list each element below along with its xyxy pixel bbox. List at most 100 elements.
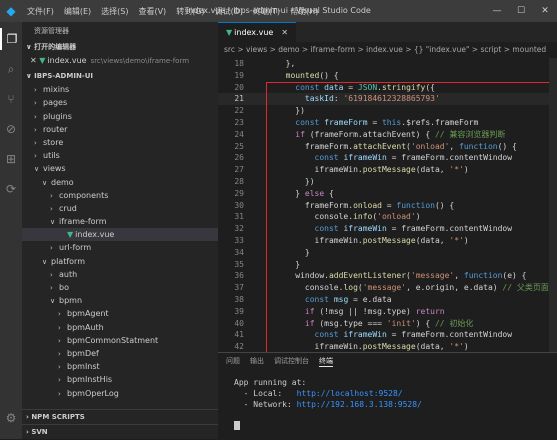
tree-folder-item[interactable]: ∨ bpmn	[22, 294, 218, 307]
tree-folder-item[interactable]: › bpmCommonStatment	[22, 334, 218, 347]
tab-bar: ▼ index.vue ✕	[218, 22, 557, 42]
code-token: iframeWin	[343, 330, 387, 340]
code-token: })	[276, 106, 305, 116]
tree-folder-item[interactable]: ∨ iframe-form	[22, 215, 218, 228]
tree-folder-item[interactable]: › crud	[22, 202, 218, 215]
search-icon[interactable]: ⌕	[0, 58, 22, 80]
code-token: console.	[276, 283, 344, 293]
close-window-icon[interactable]: ✕	[533, 0, 557, 22]
vscode-logo-icon: ◆	[6, 4, 16, 18]
close-icon[interactable]: ✕	[281, 28, 288, 37]
tree-folder-item[interactable]: ∨ demo	[22, 176, 218, 189]
breadcrumb[interactable]: src > views > demo > iframe-form > index…	[218, 42, 557, 58]
tree-folder-item[interactable]: ∨ views	[22, 162, 218, 175]
editor-scrollbar[interactable]	[549, 58, 557, 368]
menu-item[interactable]: 终端(T)	[248, 6, 285, 17]
tree-file-item[interactable]: ▼ index.vue	[22, 228, 218, 242]
code-token: addEventListener	[328, 271, 407, 281]
tree-item-label: pages	[43, 98, 68, 108]
menu-item[interactable]: 文件(F)	[22, 6, 59, 17]
tab-index-vue[interactable]: ▼ index.vue ✕	[218, 22, 297, 42]
code-token: mounted	[276, 70, 320, 80]
code-token: JSON	[357, 82, 378, 92]
tree-folder-item[interactable]: › bpmDef	[22, 347, 218, 360]
panel-tab[interactable]: 终端	[319, 356, 333, 367]
tree-item-label: index.vue	[75, 230, 115, 240]
open-editors-header[interactable]: ∨ 打开的编辑器	[22, 40, 218, 54]
code-token: '619184612328865793'	[343, 94, 440, 104]
minimize-icon[interactable]: —	[485, 0, 509, 22]
close-icon[interactable]: ✕	[30, 56, 39, 65]
code-token: = e.data	[348, 294, 392, 304]
code-token: // 初始化	[434, 318, 474, 328]
tree-folder-item[interactable]: › utils	[22, 149, 218, 162]
code-line: 20 const data = JSON.stringify({	[218, 82, 557, 94]
settings-gear-icon[interactable]: ⚙	[0, 407, 22, 429]
code-token: () {	[319, 70, 339, 80]
tree-folder-item[interactable]: › pages	[22, 96, 218, 109]
line-number: 34	[234, 247, 244, 257]
explorer-icon[interactable]: ❐	[0, 28, 22, 50]
tree-item-label: bpmInstHis	[67, 375, 113, 385]
tree-item-label: bpmn	[59, 296, 83, 306]
local-url-link[interactable]: http://localhost:9528/	[297, 389, 403, 398]
menu-item[interactable]: 调试(D)	[210, 6, 248, 17]
tree-item-label: iframe-form	[59, 217, 107, 227]
extensions-icon[interactable]: ⊞	[0, 148, 22, 170]
tree-folder-item[interactable]: › auth	[22, 268, 218, 281]
maximize-icon[interactable]: ☐	[509, 0, 533, 22]
terminal-output[interactable]: App running at: - Local: http://localhos…	[218, 369, 557, 432]
tree-folder-item[interactable]: ∨ platform	[22, 255, 218, 268]
debug-icon[interactable]: ⊘	[0, 118, 22, 140]
tree-folder-item[interactable]: › bpmOperLog	[22, 387, 218, 400]
chevron-right-icon: ›	[58, 389, 61, 398]
npm-scripts-header[interactable]: › NPM SCRIPTS	[22, 409, 218, 424]
project-header[interactable]: ∨ IBPS-ADMIN-UI	[22, 69, 218, 83]
line-number: 28	[234, 176, 244, 186]
panel-tab[interactable]: 调试控制台	[274, 356, 309, 366]
code-token: onload	[353, 200, 382, 210]
panel-tab[interactable]: 问题	[226, 356, 240, 366]
code-token: iframeWin.	[276, 342, 363, 352]
tree-folder-item[interactable]: › url-form	[22, 241, 218, 254]
vue-file-icon: ▼	[67, 230, 74, 240]
menu-item[interactable]: 选择(S)	[96, 6, 133, 17]
tree-folder-item[interactable]: › bpmAuth	[22, 321, 218, 334]
tree-folder-item[interactable]: › router	[22, 123, 218, 136]
code-line: 19 mounted() {	[218, 70, 557, 82]
open-editor-item[interactable]: ✕ ▼ index.vue src\views\demo\iframe-form	[22, 54, 218, 67]
code-token: (msg.type ===	[314, 318, 387, 328]
tree-item-label: crud	[59, 203, 77, 213]
tree-folder-item[interactable]: › plugins	[22, 110, 218, 123]
menu-item[interactable]: 查看(V)	[133, 6, 171, 17]
menu-item[interactable]: 编辑(E)	[59, 6, 96, 17]
terminal-line-network: - Network: http://192.168.3.138:9528/	[234, 399, 557, 410]
panel-tab[interactable]: 输出	[250, 356, 264, 366]
code-token: function	[396, 200, 435, 210]
code-token: if	[295, 129, 305, 139]
svn-icon[interactable]: ⟳	[0, 178, 22, 200]
code-line: 32 const iframeWin = frameForm.contentWi…	[218, 223, 557, 235]
tree-folder-item[interactable]: › store	[22, 136, 218, 149]
svn-header[interactable]: › SVN	[22, 424, 218, 439]
code-token: }	[276, 247, 310, 257]
activity-bar: ❐ ⌕ ⑂ ⊘ ⊞ ⟳ ⚙	[0, 22, 22, 439]
tree-folder-item[interactable]: › mixins	[22, 83, 218, 96]
code-editor[interactable]: 18 }, 19 mounted() {20 const data = JSON.…	[218, 58, 557, 368]
line-number: 32	[234, 224, 244, 234]
menu-item[interactable]: 帮助(H)	[285, 6, 323, 17]
tree-folder-item[interactable]: › bpmInst	[22, 360, 218, 373]
network-url-link[interactable]: http://192.168.3.138:9528/	[297, 400, 422, 409]
line-number: 29	[234, 188, 244, 198]
tree-item-label: bpmAgent	[67, 309, 109, 319]
tree-folder-item[interactable]: › bpmInstHis	[22, 373, 218, 386]
source-control-icon[interactable]: ⑂	[0, 88, 22, 110]
tree-folder-item[interactable]: › components	[22, 189, 218, 202]
tree-folder-item[interactable]: › bo	[22, 281, 218, 294]
menu-item[interactable]: 转到(G)	[171, 6, 209, 17]
code-line: 34 }	[218, 247, 557, 259]
tree-folder-item[interactable]: › bpmAgent	[22, 307, 218, 320]
line-number: 35	[234, 259, 244, 269]
